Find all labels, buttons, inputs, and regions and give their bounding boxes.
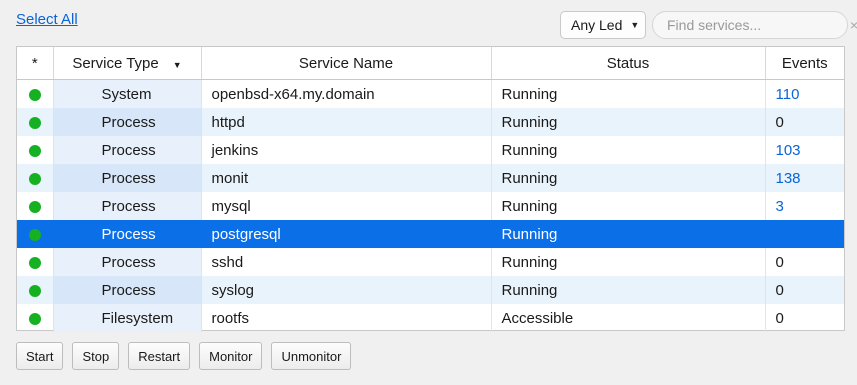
sort-caret-icon: ▼ xyxy=(172,59,182,70)
led-filter-label: Any Led xyxy=(571,17,623,33)
column-header-led[interactable]: * xyxy=(17,47,54,80)
status-cell: Running xyxy=(491,248,766,276)
table-row[interactable]: Filesystem rootfs Accessible 0 xyxy=(17,304,844,332)
service-type-cell: Filesystem xyxy=(53,304,202,332)
status-led-icon xyxy=(28,116,41,129)
status-led-icon xyxy=(28,284,41,297)
column-header-label: Service Type xyxy=(72,54,159,72)
service-name-cell: syslog xyxy=(201,276,492,304)
clear-icon[interactable]: × xyxy=(850,17,857,33)
table-header: * Service Type ▼ Service Name Status Even… xyxy=(17,47,844,80)
events-cell: 138 xyxy=(765,164,844,192)
table-row[interactable]: Process sshd Running 0 xyxy=(17,248,844,276)
service-name-cell: openbsd-x64.my.domain xyxy=(201,79,492,108)
service-type-cell: Process xyxy=(53,192,202,220)
table-row[interactable]: Process httpd Running 0 xyxy=(17,108,844,136)
select-all-link[interactable]: Select All xyxy=(16,11,78,28)
events-link: 0 xyxy=(775,113,784,131)
events-link: 0 xyxy=(775,253,784,271)
status-cell: Running xyxy=(491,136,766,164)
events-link: 0 xyxy=(775,281,784,299)
status-cell: Running xyxy=(491,108,766,136)
service-name-cell: monit xyxy=(201,164,492,192)
led-cell xyxy=(17,276,54,304)
service-name-cell: mysql xyxy=(201,192,492,220)
table-row[interactable]: Process monit Running 138 xyxy=(17,164,844,192)
service-type-cell: Process xyxy=(53,136,202,164)
status-cell: Running xyxy=(491,220,766,248)
events-cell: 0 xyxy=(765,108,844,136)
table-row[interactable]: Process jenkins Running 103 xyxy=(17,136,844,164)
service-type-cell: Process xyxy=(53,108,202,136)
service-type-cell: Process xyxy=(53,276,202,304)
events-link[interactable]: 138 xyxy=(776,170,801,187)
events-cell xyxy=(765,220,844,248)
status-led-icon xyxy=(28,172,41,185)
search-input[interactable] xyxy=(665,16,850,34)
monitor-button[interactable]: Monitor xyxy=(199,342,263,370)
unmonitor-button[interactable]: Unmonitor xyxy=(271,342,352,370)
events-cell: 0 xyxy=(765,276,844,304)
table-row[interactable]: Process mysql Running 3 xyxy=(17,192,844,220)
status-cell: Accessible xyxy=(491,304,766,332)
led-cell xyxy=(17,220,54,248)
led-cell xyxy=(17,79,54,108)
action-bar: Start Stop Restart Monitor Unmonitor xyxy=(16,342,352,370)
led-cell xyxy=(17,192,54,220)
restart-button[interactable]: Restart xyxy=(128,342,191,370)
led-cell xyxy=(17,304,54,332)
led-filter-dropdown[interactable]: Any Led ▼ xyxy=(560,11,646,39)
service-name-cell: rootfs xyxy=(201,304,492,332)
status-cell: Running xyxy=(491,192,766,220)
status-led-icon xyxy=(28,88,41,101)
table-row[interactable]: Process syslog Running 0 xyxy=(17,276,844,304)
led-cell xyxy=(17,136,54,164)
events-cell: 3 xyxy=(765,192,844,220)
table-row[interactable]: System openbsd-x64.my.domain Running 110 xyxy=(17,79,844,109)
status-led-icon xyxy=(28,200,41,213)
services-table: * Service Type ▼ Service Name Status Even… xyxy=(16,46,845,332)
column-header-events[interactable]: Events xyxy=(765,47,844,80)
status-led-icon xyxy=(28,312,41,325)
led-cell xyxy=(17,164,54,192)
column-header-service-name[interactable]: Service Name xyxy=(201,47,492,80)
table-row[interactable]: Process postgresql Running xyxy=(17,220,844,248)
column-header-status[interactable]: Status xyxy=(491,47,766,80)
events-cell: 103 xyxy=(765,136,844,164)
service-name-cell: jenkins xyxy=(201,136,492,164)
events-link[interactable]: 3 xyxy=(776,198,784,215)
status-cell: Running xyxy=(491,79,766,108)
events-link: 0 xyxy=(775,309,784,327)
events-cell: 110 xyxy=(765,80,844,109)
service-name-cell: postgresql xyxy=(201,220,492,248)
service-type-cell: Process xyxy=(53,248,202,276)
service-type-cell: Process xyxy=(53,220,202,248)
service-type-cell: System xyxy=(53,79,202,108)
service-name-cell: sshd xyxy=(201,248,492,276)
column-header-service-type[interactable]: Service Type ▼ xyxy=(53,47,202,80)
stop-button[interactable]: Stop xyxy=(72,342,120,370)
status-led-icon xyxy=(28,256,41,269)
service-name-cell: httpd xyxy=(201,108,492,136)
search-box: × xyxy=(652,11,857,39)
status-led-icon xyxy=(28,144,41,157)
start-button[interactable]: Start xyxy=(16,342,64,370)
led-cell xyxy=(17,108,54,136)
events-link[interactable]: 103 xyxy=(776,142,801,159)
events-link[interactable]: 110 xyxy=(776,86,800,103)
status-cell: Running xyxy=(491,164,766,192)
led-cell xyxy=(17,248,54,276)
chevron-down-icon: ▼ xyxy=(630,20,640,30)
service-type-cell: Process xyxy=(53,164,202,192)
status-led-icon xyxy=(28,228,41,241)
status-cell: Running xyxy=(491,276,766,304)
events-cell: 0 xyxy=(765,304,844,332)
events-cell: 0 xyxy=(765,248,844,276)
services-panel: Select All Any Led ▼ × * Service Type ▼ S… xyxy=(0,0,857,385)
